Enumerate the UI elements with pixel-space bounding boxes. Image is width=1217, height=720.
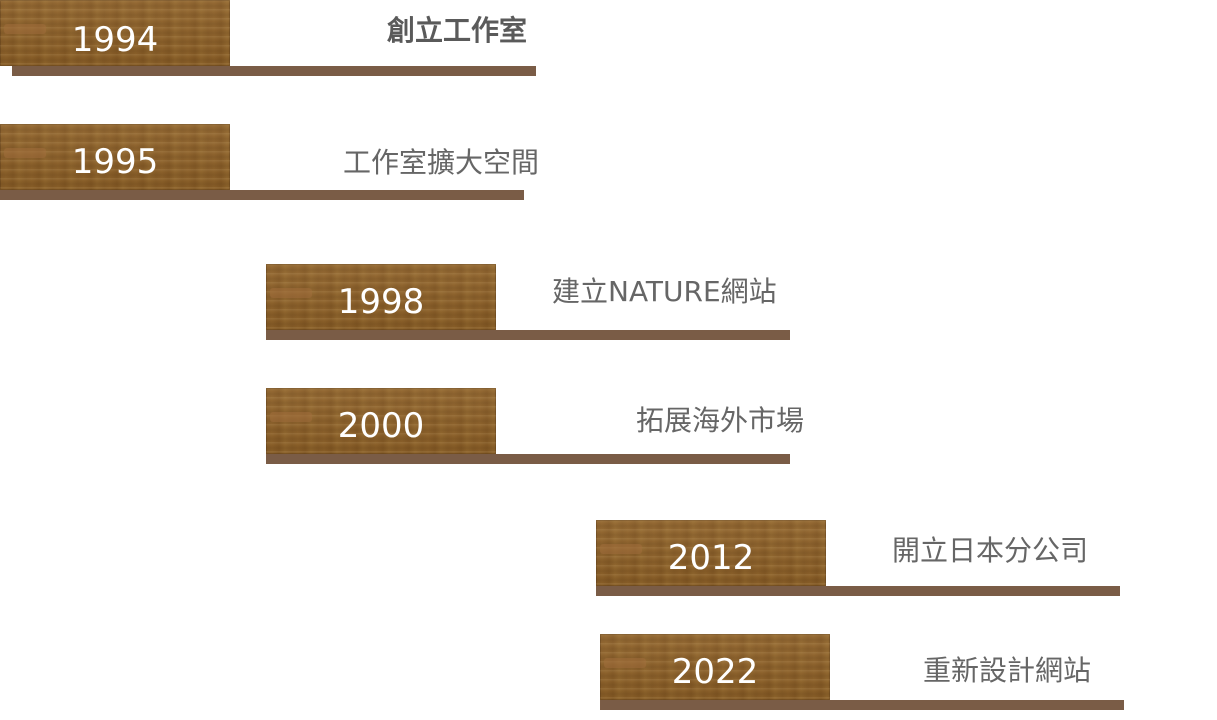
- timeline-bar: [600, 700, 1124, 710]
- event-label: 重新設計網站: [923, 654, 1092, 687]
- timeline-bar: [596, 586, 1120, 596]
- timeline-entry-2022: 2022 重新設計網站: [600, 634, 1124, 710]
- timeline: 1994 創立工作室 1995 工作室擴大空間 1998 建立NATURE網站 …: [0, 0, 1217, 720]
- year-label: 1995: [71, 142, 159, 182]
- timeline-entry-1995: 1995 工作室擴大空間: [0, 124, 539, 200]
- timeline-entry-1998: 1998 建立NATURE網站: [266, 264, 790, 340]
- event-label: 拓展海外市場: [636, 404, 805, 437]
- timeline-entry-2012: 2012 開立日本分公司: [596, 520, 1120, 596]
- timeline-entry-1994: 1994 創立工作室: [0, 0, 536, 76]
- event-label: 開立日本分公司: [892, 534, 1089, 567]
- year-label: 1994: [71, 20, 159, 60]
- timeline-bar: [0, 190, 524, 200]
- year-label: 1998: [337, 282, 425, 322]
- timeline-bar: [266, 454, 790, 464]
- year-label: 2012: [667, 538, 755, 578]
- timeline-entry-2000: 2000 拓展海外市場: [266, 388, 804, 464]
- timeline-bar: [12, 66, 536, 76]
- event-label: 工作室擴大空間: [343, 146, 540, 179]
- event-label: 建立NATURE網站: [552, 275, 777, 308]
- event-label: 創立工作室: [387, 14, 528, 47]
- year-label: 2000: [337, 406, 425, 446]
- year-label: 2022: [671, 652, 759, 692]
- timeline-bar: [266, 330, 790, 340]
